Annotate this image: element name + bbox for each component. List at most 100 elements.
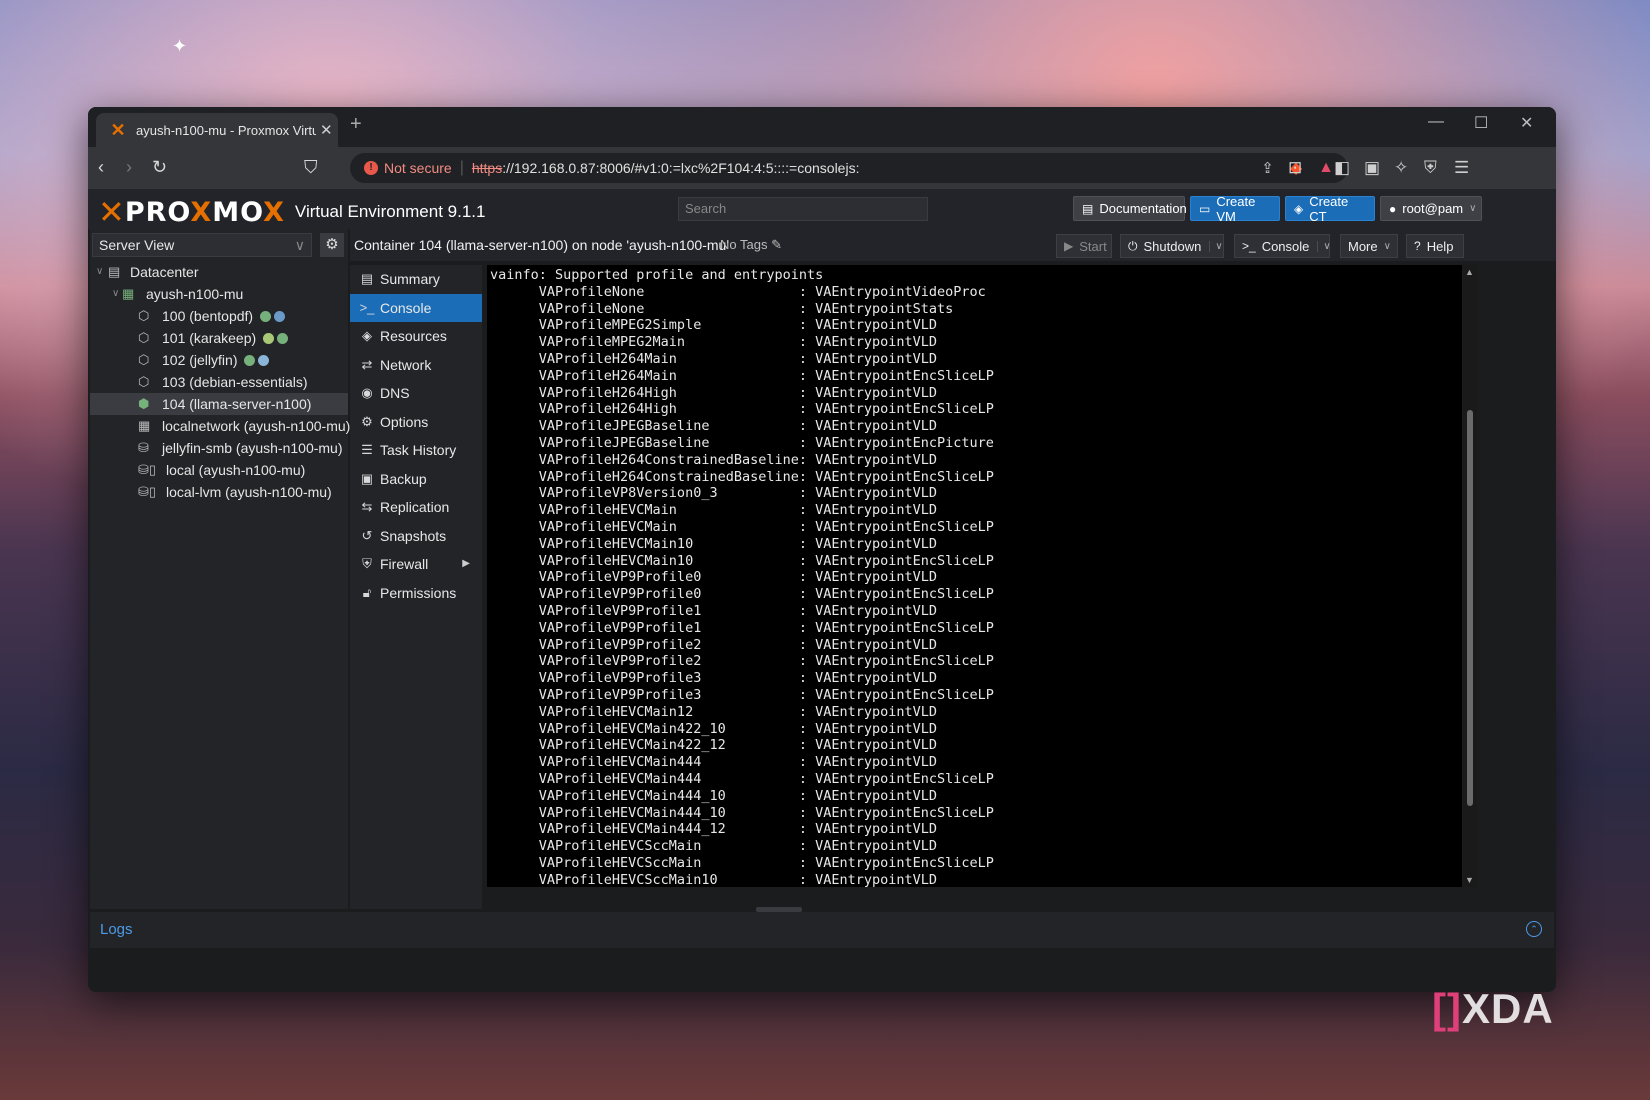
storage-icon: ⛁▯	[138, 462, 157, 477]
menu-item-label: Replication	[380, 499, 450, 515]
menu-item-console[interactable]: >_ Console	[350, 293, 482, 322]
datacenter-icon: ▤	[108, 264, 121, 279]
menu-item-firewall[interactable]: ⛨ Firewall ▶	[350, 550, 482, 579]
sidebar-toggle-icon[interactable]: ◧	[1334, 158, 1350, 178]
tag-dot	[277, 333, 289, 344]
scrollbar-thumb[interactable]	[1467, 410, 1473, 806]
menu-icon[interactable]: ☰	[1454, 158, 1469, 178]
watermark-bracket: ]	[1447, 985, 1462, 1032]
tree-node-datacenter[interactable]: ∨ ▤ Datacenter	[90, 261, 348, 283]
console-scrollbar[interactable]: ▲ ▼	[1463, 265, 1477, 887]
more-button[interactable]: More ∨	[1340, 234, 1398, 258]
close-tab-icon[interactable]: ✕	[320, 121, 333, 139]
reload-icon[interactable]: ↻	[152, 157, 167, 178]
console-icon: >_	[359, 299, 375, 315]
address-bar[interactable]: ! Not secure | https ://192.168.0.87:800…	[350, 153, 1348, 183]
search-input[interactable]: Search	[678, 197, 928, 221]
tag-dot	[244, 355, 256, 366]
brave-rewards-icon[interactable]: ▲	[1318, 159, 1334, 177]
expand-icon: ∨	[96, 266, 104, 277]
tree-node-label: 100 (bentopdf)	[162, 308, 254, 324]
container-menu: ▤ Summary >_ Console ◈ Resources ⇄ Network ◉…	[350, 265, 482, 909]
new-tab-icon[interactable]: +	[350, 113, 362, 136]
tag-dot	[258, 355, 270, 366]
tree-node-label: ayush-n100-mu	[146, 286, 244, 302]
menu-item-snapshots[interactable]: ↺ Snapshots	[350, 522, 482, 551]
question-icon: ?	[1414, 239, 1421, 253]
tree-node-storage-local[interactable]: ⛁▯ local (ayush-n100-mu)	[90, 459, 348, 481]
leo-ai-icon[interactable]: ✧	[1394, 158, 1408, 178]
proxmox-logo[interactable]: ✕ PROXMOX Virtual Environment 9.1.1	[98, 193, 485, 231]
menu-item-task-history[interactable]: ☰ Task History	[350, 436, 482, 465]
close-window-icon[interactable]: ✕	[1520, 113, 1533, 133]
minimize-icon[interactable]: —	[1428, 113, 1444, 131]
bookmark-icon[interactable]: ⛉	[304, 157, 318, 178]
browser-tab[interactable]: ✕ ayush-n100-mu - Proxmox Virtu ✕	[96, 113, 338, 147]
tree-node-ct-102[interactable]: ⬡ 102 (jellyfin)	[90, 349, 348, 371]
options-icon: ⚙	[361, 413, 373, 429]
tree-node-label: jellyfin-smb (ayush-n100-mu)	[162, 440, 343, 456]
resources-icon: ◈	[362, 328, 372, 343]
tree-node-ct-104[interactable]: ⬢ 104 (llama-server-n100)	[90, 393, 348, 415]
tree-node-host[interactable]: ∨ ▦ ayush-n100-mu	[90, 283, 348, 305]
url-scheme: https	[471, 160, 503, 176]
not-secure-icon: !	[364, 161, 378, 175]
help-button[interactable]: ? Help	[1406, 234, 1464, 258]
menu-item-permissions[interactable]: 🔓︎ Permissions	[350, 579, 482, 608]
tree-node-label: 104 (llama-server-n100)	[162, 396, 312, 412]
tree-node-label: Datacenter	[130, 264, 199, 280]
proxmox-favicon-icon: ✕	[110, 120, 126, 140]
wallet-icon[interactable]: ▣	[1364, 158, 1380, 178]
product-version: Virtual Environment 9.1.1	[294, 202, 486, 221]
xda-watermark: []XDA	[1432, 985, 1554, 1033]
menu-item-network[interactable]: ⇄ Network	[350, 351, 482, 380]
shutdown-button[interactable]: ⏻ Shutdown ∨	[1120, 234, 1224, 258]
url-text: ://192.168.0.87:8006/#v1:0:=lxc%2F104:4:…	[502, 160, 860, 176]
start-button[interactable]: ▶ Start	[1056, 234, 1112, 258]
logs-panel[interactable]: Logs ⌃	[90, 912, 1554, 948]
menu-item-summary[interactable]: ▤ Summary	[350, 265, 482, 294]
documentation-button[interactable]: ▤ Documentation	[1073, 196, 1187, 221]
console-terminal[interactable]: vainfo: Supported profile and entrypoint…	[487, 265, 1462, 887]
scroll-down-icon[interactable]: ▼	[1465, 875, 1474, 885]
play-icon: ▶	[1064, 239, 1074, 253]
browser-toolbar: ‹ › ↻ ⛉ ! Not secure | https ://192.168.…	[88, 147, 1556, 189]
menu-item-options[interactable]: ⚙ Options	[350, 408, 482, 437]
menu-item-dns[interactable]: ◉ DNS	[350, 379, 482, 408]
task-history-icon: ☰	[361, 442, 373, 457]
tree-node-ct-101[interactable]: ⬡ 101 (karakeep)	[90, 327, 348, 349]
menu-item-label: Console	[380, 299, 432, 316]
back-icon[interactable]: ‹	[98, 157, 104, 178]
forward-icon[interactable]: ›	[126, 157, 132, 178]
maximize-icon[interactable]: ☐	[1474, 113, 1488, 133]
scroll-up-icon[interactable]: ▲	[1465, 267, 1474, 277]
proxmox-x-icon: ✕	[98, 193, 125, 231]
menu-item-resources[interactable]: ◈ Resources	[350, 322, 482, 351]
tree-node-storage-local-lvm[interactable]: ⛁▯ local-lvm (ayush-n100-mu)	[90, 481, 348, 503]
tree-node-sdn[interactable]: ▦ localnetwork (ayush-n100-mu)	[90, 415, 350, 437]
create-vm-label: Create VM	[1216, 193, 1256, 224]
tree-node-ct-103[interactable]: ⬡ 103 (debian-essentials)	[90, 371, 348, 393]
view-selector[interactable]: Server View ∨	[92, 233, 312, 257]
menu-item-replication[interactable]: ⇆ Replication	[350, 493, 482, 522]
gear-icon[interactable]: ⚙	[320, 233, 344, 257]
tree-node-storage-jellyfin-smb[interactable]: ⛁ jellyfin-smb (ayush-n100-mu)	[90, 437, 348, 459]
share-icon[interactable]: ⇪	[1261, 159, 1274, 177]
collapse-icon[interactable]: ⌃	[1526, 921, 1542, 937]
more-label: More	[1348, 238, 1378, 254]
menu-item-backup[interactable]: ▣ Backup	[350, 465, 482, 494]
logs-title: Logs	[100, 921, 133, 938]
vpn-icon[interactable]: ⛨	[1424, 158, 1437, 178]
tags-editor[interactable]: No Tags ✎	[720, 237, 782, 253]
network-storage-icon: ⛁	[138, 440, 149, 455]
menu-item-label: Firewall	[380, 556, 429, 572]
create-ct-button[interactable]: ◈ Create CT	[1285, 194, 1375, 224]
console-button[interactable]: >_ Console ∨	[1234, 234, 1331, 258]
node-online-icon: ▦	[122, 286, 135, 301]
tree-node-ct-100[interactable]: ⬡ 100 (bentopdf)	[90, 305, 348, 327]
create-vm-button[interactable]: ▭ Create VM	[1190, 193, 1280, 224]
content-panel: Container 104 (llama-server-n100) on nod…	[350, 229, 1556, 909]
menu-item-label: Options	[380, 413, 429, 430]
user-menu-button[interactable]: ● root@pam ∨	[1380, 196, 1482, 221]
screenshot-icon[interactable]: ⊡	[1288, 158, 1302, 178]
